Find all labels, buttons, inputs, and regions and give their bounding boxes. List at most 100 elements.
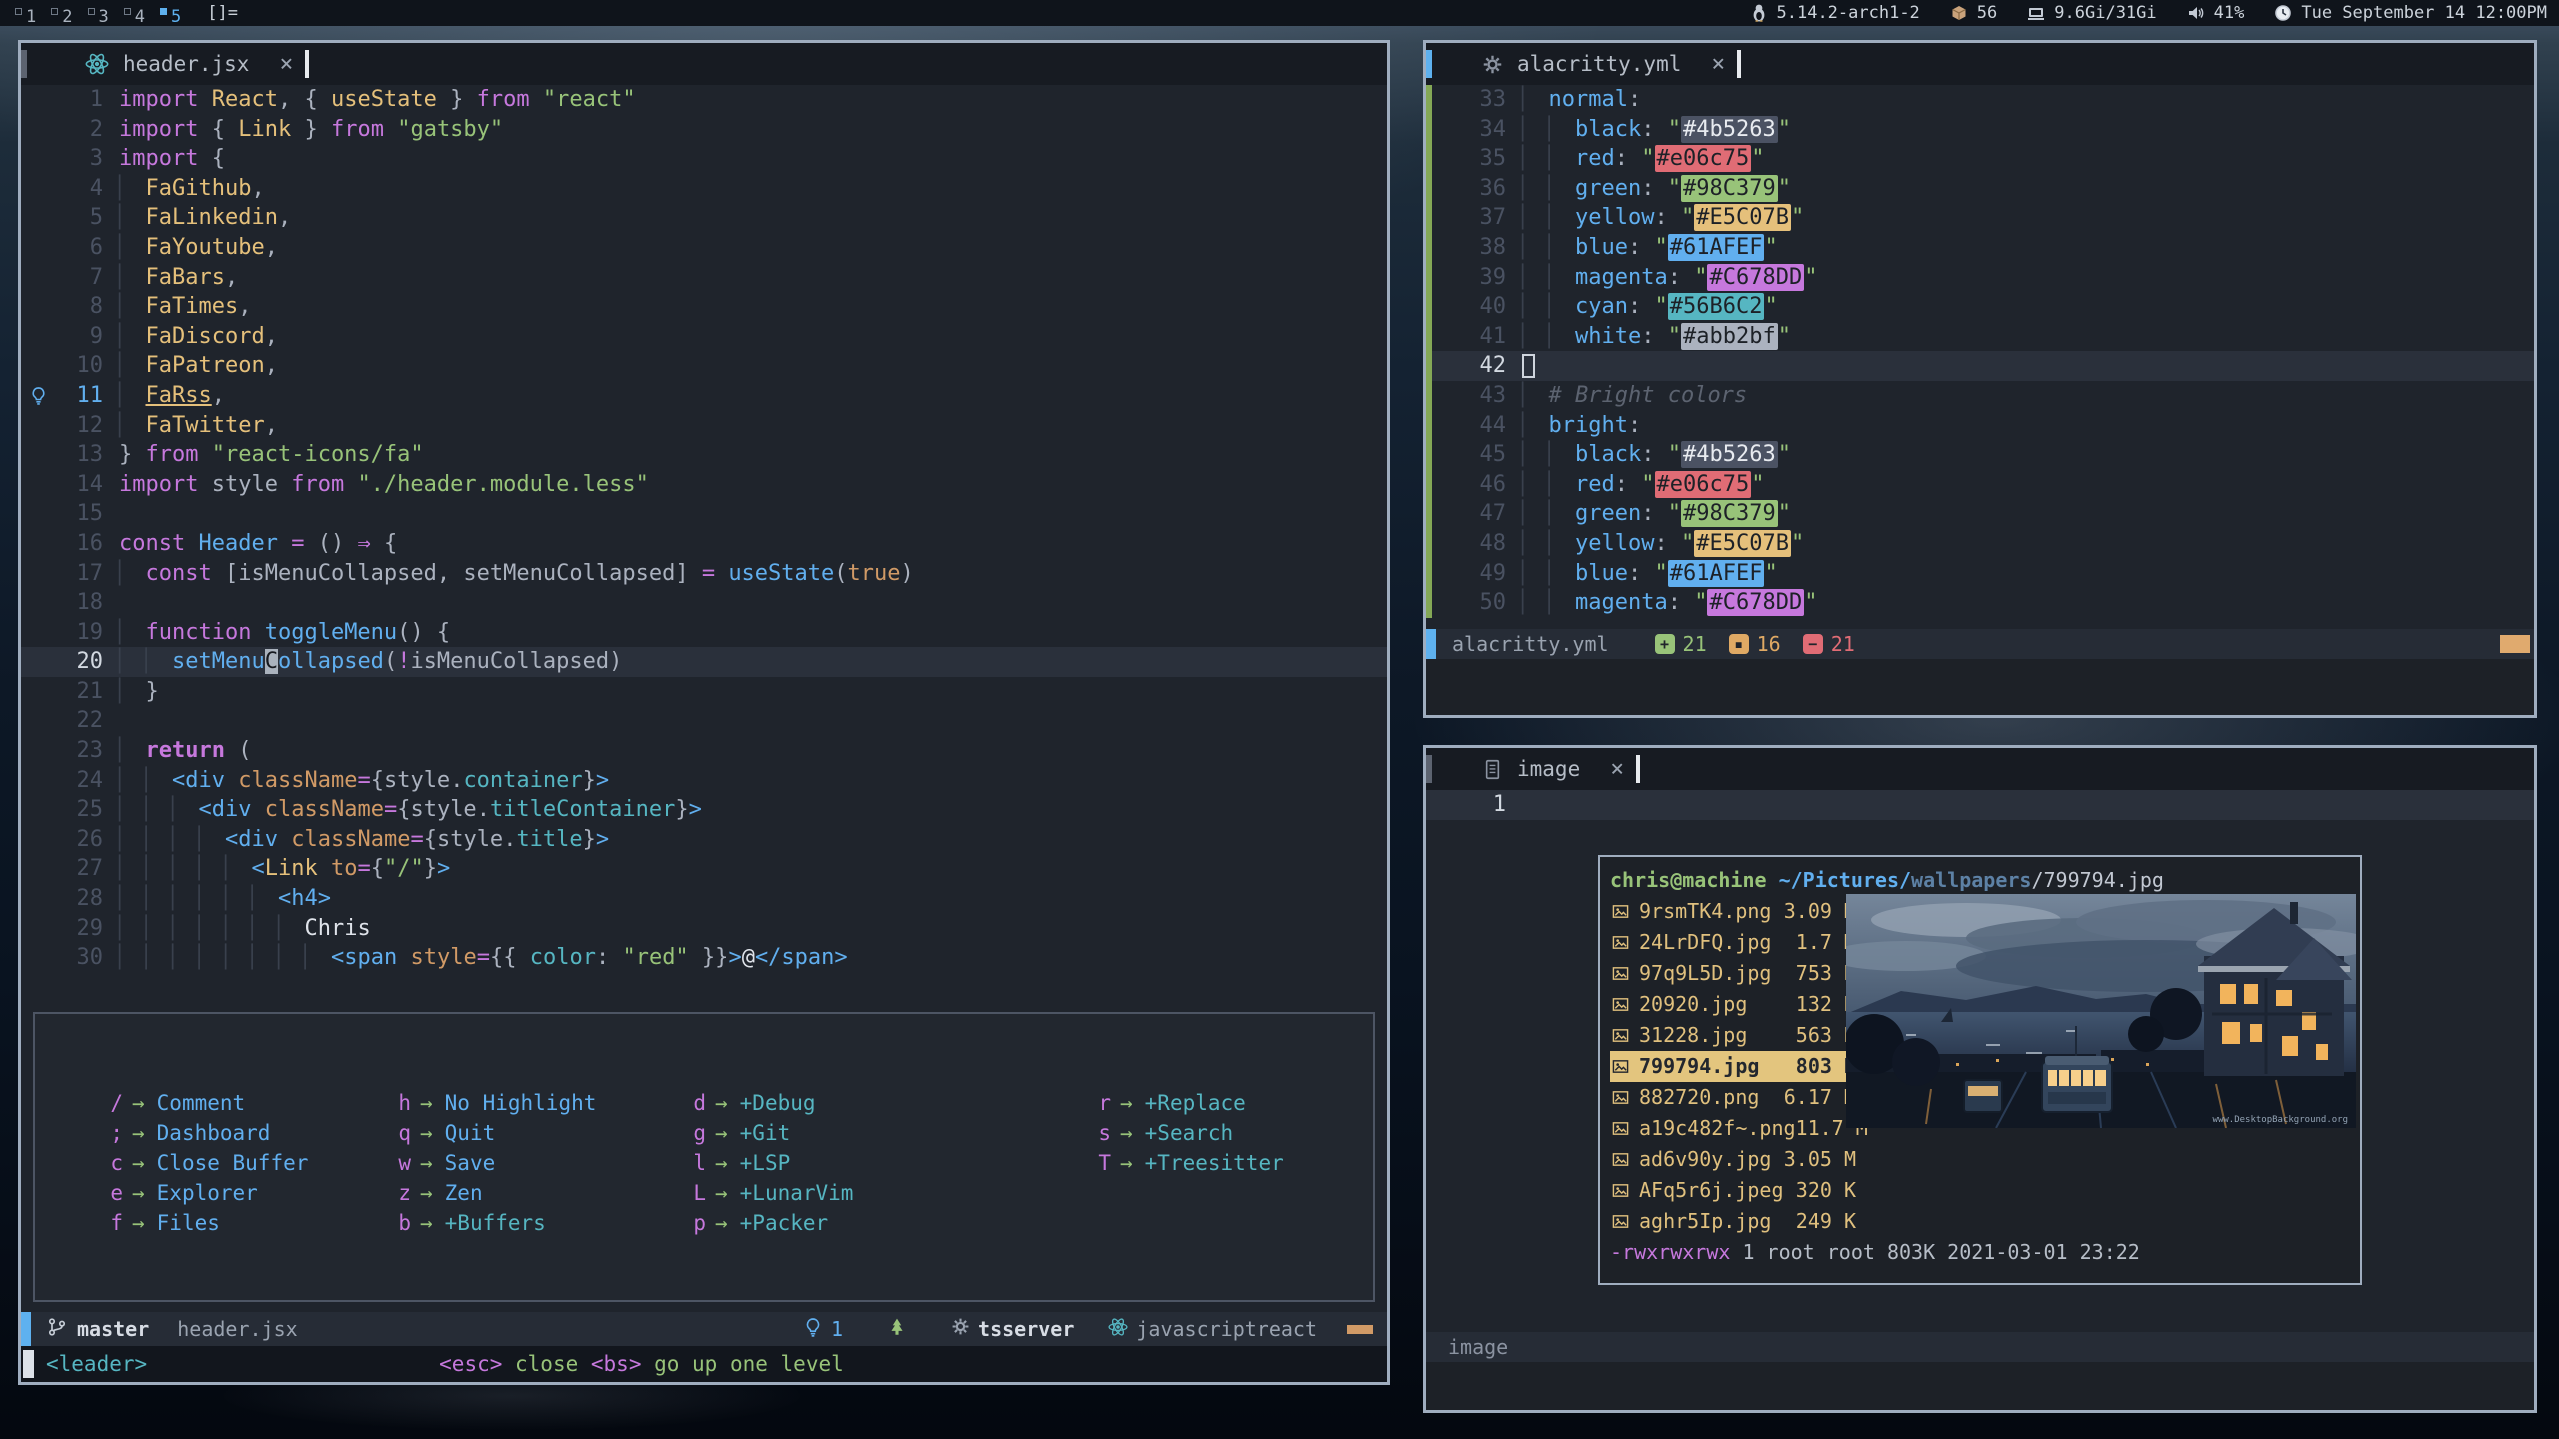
file-row[interactable]: a19c482f~.png11.7 M xyxy=(1610,1113,1862,1144)
code-line[interactable]: 41▏ ▏ white: "#abb2bf" xyxy=(1426,322,2534,352)
code-line[interactable]: 24▏ ▏ <div className={style.container}> xyxy=(21,766,1387,796)
code-line[interactable]: 20▏ ▏ setMenuCollapsed(!isMenuCollapsed) xyxy=(21,647,1387,677)
indent-guide: ▏ xyxy=(119,649,146,674)
indent-guide: ▏ xyxy=(1549,265,1576,290)
close-icon[interactable]: × xyxy=(279,51,293,77)
code-line[interactable]: 1 xyxy=(1426,790,2534,820)
code-line[interactable]: 11▏ FaRss, xyxy=(21,381,1387,411)
code-line[interactable]: 16const Header = () ⇒ { xyxy=(21,529,1387,559)
code-line[interactable]: 25▏ ▏ ▏ <div className={style.titleConta… xyxy=(21,795,1387,825)
code-line[interactable]: 42 xyxy=(1426,351,2534,381)
file-row[interactable]: 9rsmTK4.png3.09 M xyxy=(1610,896,1862,927)
token: ( xyxy=(834,561,847,586)
code-line[interactable]: 26▏ ▏ ▏ ▏ <div className={style.title}> xyxy=(21,825,1387,855)
code-line[interactable]: 39▏ ▏ magenta: "#C678DD" xyxy=(1426,263,2534,293)
code-line[interactable]: 36▏ ▏ green: "#98C379" xyxy=(1426,174,2534,204)
mapping-label: +Buffers xyxy=(445,1211,546,1235)
code-line[interactable]: 8▏ FaTimes, xyxy=(21,292,1387,322)
code-line[interactable]: 15 xyxy=(21,499,1387,529)
workspace-5[interactable]: 5 xyxy=(160,7,181,27)
buffer-tab-alacritty-yml[interactable]: alacritty.yml × xyxy=(1482,51,1725,77)
code-line[interactable]: 1import React, { useState } from "react" xyxy=(21,85,1387,115)
close-icon[interactable]: × xyxy=(1711,51,1725,77)
workspace-2[interactable]: 2 xyxy=(51,7,72,27)
indent-guide: ▏ xyxy=(146,856,173,881)
code-line[interactable]: 28▏ ▏ ▏ ▏ ▏ ▏ <h4> xyxy=(21,884,1387,914)
code-line[interactable]: 22 xyxy=(21,706,1387,736)
code-line[interactable]: 46▏ ▏ red: "#e06c75" xyxy=(1426,470,2534,500)
workspace-1[interactable]: 1 xyxy=(15,7,36,27)
file-row[interactable]: AFq5r6j.jpeg320 K xyxy=(1610,1175,1862,1206)
tabline-cursor xyxy=(305,50,309,78)
file-row[interactable]: ad6v90y.jpg3.05 M xyxy=(1610,1144,1862,1175)
code-line[interactable]: 18 xyxy=(21,588,1387,618)
code-line[interactable]: 7▏ FaBars, xyxy=(21,263,1387,293)
token: style xyxy=(410,797,476,822)
code-line[interactable]: 5▏ FaLinkedin, xyxy=(21,203,1387,233)
code-line[interactable]: 14import style from "./header.module.les… xyxy=(21,470,1387,500)
code-line[interactable]: 17▏ const [isMenuCollapsed, setMenuColla… xyxy=(21,559,1387,589)
code-line[interactable]: 12▏ FaTwitter, xyxy=(21,411,1387,441)
command-line[interactable]: <leader> <esc> close <bs> go up one leve… xyxy=(21,1346,1387,1382)
line-number: 4 xyxy=(55,174,103,204)
code-line[interactable]: 30▏ ▏ ▏ ▏ ▏ ▏ ▏ ▏ <span style={{ color: … xyxy=(21,943,1387,973)
buffer-tab-header-jsx[interactable]: header.jsx × xyxy=(85,51,293,77)
file-row[interactable]: aghr5Ip.jpg249 K xyxy=(1610,1206,1862,1237)
code-line[interactable]: 37▏ ▏ yellow: "#E5C07B" xyxy=(1426,203,2534,233)
file-row[interactable]: 24LrDFQ.jpg1.7 M xyxy=(1610,927,1862,958)
file-row[interactable]: 20920.jpg132 K xyxy=(1610,989,1862,1020)
token: , xyxy=(265,413,278,438)
token: " xyxy=(1778,117,1791,142)
line-number: 33 xyxy=(1446,85,1506,115)
code-line[interactable]: 9▏ FaDiscord, xyxy=(21,322,1387,352)
code-line[interactable]: 10▏ FaPatreon, xyxy=(21,351,1387,381)
code-line[interactable]: 48▏ ▏ yellow: "#E5C07B" xyxy=(1426,529,2534,559)
workspace-4[interactable]: 4 xyxy=(124,7,145,27)
buffer-tab-image[interactable]: image × xyxy=(1482,756,1624,782)
token: : xyxy=(1668,265,1695,290)
token xyxy=(278,531,291,556)
code-line[interactable]: 40▏ ▏ cyan: "#56B6C2" xyxy=(1426,292,2534,322)
code-line[interactable]: 49▏ ▏ blue: "#61AFEF" xyxy=(1426,559,2534,589)
code-line[interactable]: 35▏ ▏ red: "#e06c75" xyxy=(1426,144,2534,174)
line-number: 41 xyxy=(1446,322,1506,352)
indent-guide: ▏ xyxy=(172,797,199,822)
code-line[interactable]: 50▏ ▏ magenta: "#C678DD" xyxy=(1426,588,2534,618)
code-line[interactable]: 29▏ ▏ ▏ ▏ ▏ ▏ ▏ Chris xyxy=(21,914,1387,944)
key-label: g xyxy=(680,1118,706,1148)
code-line[interactable]: 47▏ ▏ green: "#98C379" xyxy=(1426,499,2534,529)
token: < xyxy=(252,856,265,881)
token: { xyxy=(424,827,437,852)
close-icon[interactable]: × xyxy=(1610,756,1624,782)
code-line[interactable]: 43▏ # Bright colors xyxy=(1426,381,2534,411)
line-number: 29 xyxy=(55,914,103,944)
code-line[interactable]: 34▏ ▏ black: "#4b5263" xyxy=(1426,115,2534,145)
code-line[interactable]: 13} from "react-icons/fa" xyxy=(21,440,1387,470)
code-line[interactable]: 44▏ bright: xyxy=(1426,411,2534,441)
token: useState xyxy=(728,561,834,586)
token: ! xyxy=(397,649,410,674)
code-line[interactable]: 3import { xyxy=(21,144,1387,174)
code-line[interactable]: 33▏ normal: xyxy=(1426,85,2534,115)
file-row[interactable]: 31228.jpg563 K xyxy=(1610,1020,1862,1051)
token: yellow xyxy=(1575,205,1654,230)
file-row[interactable]: 97q9L5D.jpg753 K xyxy=(1610,958,1862,989)
code-line[interactable]: 6▏ FaYoutube, xyxy=(21,233,1387,263)
image-file-icon xyxy=(1612,1213,1629,1230)
workspace-3[interactable]: 3 xyxy=(88,7,109,27)
code-text: ▏ ▏ yellow: "#E5C07B" xyxy=(1522,529,1804,559)
file-row[interactable]: 882720.png6.17 M xyxy=(1610,1082,1862,1113)
token: white xyxy=(1575,324,1641,349)
code-line[interactable]: 45▏ ▏ black: "#4b5263" xyxy=(1426,440,2534,470)
code-line[interactable]: 19▏ function toggleMenu() { xyxy=(21,618,1387,648)
code-line[interactable]: 2import { Link } from "gatsby" xyxy=(21,115,1387,145)
code-line[interactable]: 21▏ } xyxy=(21,677,1387,707)
indent-guide: ▏ xyxy=(1549,205,1576,230)
code-line[interactable]: 27▏ ▏ ▏ ▏ ▏ <Link to={"/"}> xyxy=(21,854,1387,884)
color-chip: #98C379 xyxy=(1681,175,1778,202)
code-line[interactable]: 38▏ ▏ blue: "#61AFEF" xyxy=(1426,233,2534,263)
indent-guide: ▏ xyxy=(1549,176,1576,201)
code-line[interactable]: 23▏ return ( xyxy=(21,736,1387,766)
file-row[interactable]: 799794.jpg803 K xyxy=(1610,1051,1862,1082)
code-line[interactable]: 4▏ FaGithub, xyxy=(21,174,1387,204)
